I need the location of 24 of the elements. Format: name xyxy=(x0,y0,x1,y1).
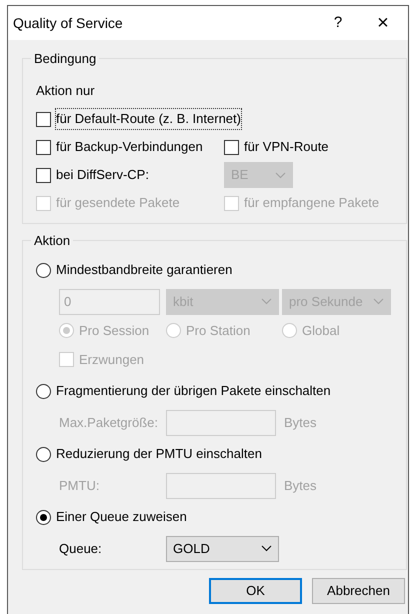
checkbox[interactable]: für Backup-Verbindungen xyxy=(36,137,203,157)
field-label: Queue: xyxy=(59,540,103,558)
radio-button[interactable]: Reduzierung der PMTU einschalten xyxy=(36,444,262,464)
dialog-button[interactable]: OK xyxy=(209,578,302,604)
chevron-down-icon xyxy=(373,298,384,305)
dropdown[interactable]: GOLD xyxy=(166,536,279,562)
dialog-button[interactable]: Abbrechen xyxy=(312,578,405,604)
close-button[interactable]: × xyxy=(358,8,408,38)
field-label: PMTU: xyxy=(59,476,100,495)
radio-button[interactable]: Mindestbandbreite garantieren xyxy=(36,260,232,280)
field-label: Bytes xyxy=(283,476,318,495)
radio-button[interactable]: Einer Queue zuweisen xyxy=(36,507,187,527)
radio-button[interactable]: Fragmentierung der übrigen Pakete einschalten xyxy=(36,381,331,401)
checkbox[interactable]: für Default-Route (z. B. Internet) xyxy=(36,109,241,129)
field-label: Bytes xyxy=(283,414,318,432)
help-button[interactable]: ? xyxy=(318,12,358,34)
chevron-down-icon xyxy=(261,545,272,552)
chevron-down-icon xyxy=(261,298,272,305)
intro-text: Aktion nur xyxy=(36,82,96,100)
checkbox[interactable]: bei DiffServ-CP: xyxy=(36,165,149,185)
window-title: Quality of Service xyxy=(13,14,123,33)
checkbox[interactable]: für VPN-Route xyxy=(224,137,329,157)
field-label: Max.Paketgröße: xyxy=(59,414,159,432)
chevron-down-icon xyxy=(275,172,286,178)
